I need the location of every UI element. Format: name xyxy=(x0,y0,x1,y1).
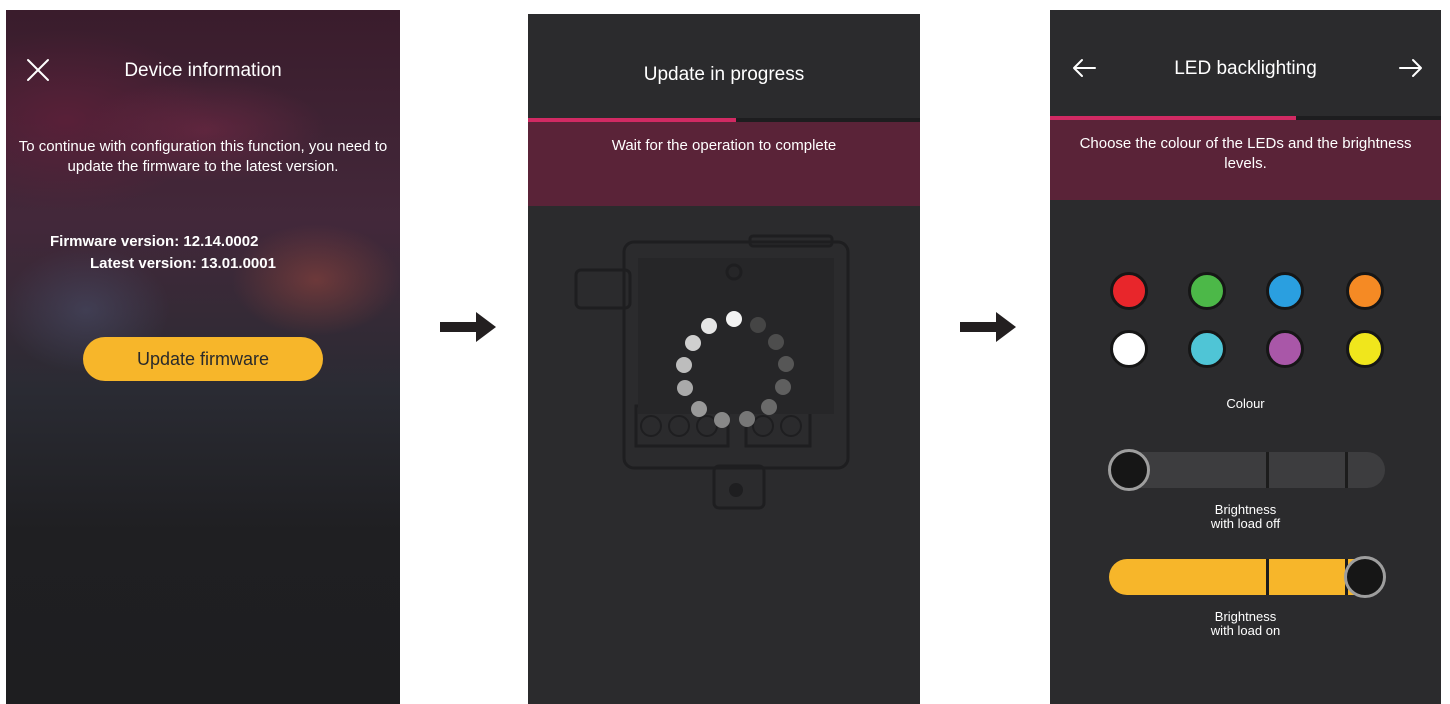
status-banner: Wait for the operation to complete xyxy=(528,122,920,206)
colour-swatch[interactable] xyxy=(1346,272,1384,310)
arrow-right-icon[interactable] xyxy=(1397,54,1425,82)
brightness-load-off-slider[interactable] xyxy=(1109,452,1385,488)
arrow-right-icon xyxy=(440,310,498,349)
brightness-load-on-label: Brightness xyxy=(1214,609,1277,624)
loading-spinner-icon xyxy=(676,311,794,428)
slider-divider xyxy=(1345,452,1348,488)
instructions-banner: Choose the colour of the LEDs and the br… xyxy=(1050,120,1441,200)
colour-swatch[interactable] xyxy=(1266,272,1304,310)
colour-swatch[interactable] xyxy=(1188,330,1226,368)
arrow-right-icon xyxy=(960,310,1018,349)
colour-swatch[interactable] xyxy=(1266,330,1304,368)
slider-divider xyxy=(1266,559,1269,595)
slider-fill xyxy=(1109,559,1365,595)
brightness-load-on-sublabel: with load on xyxy=(1210,623,1281,638)
update-required-message: To continue with configuration this func… xyxy=(18,138,388,175)
page-title: Update in progress xyxy=(643,64,805,85)
page-title: Device information xyxy=(124,60,282,81)
update-in-progress-screen: Update in progress Wait for the operatio… xyxy=(528,14,920,704)
colour-swatch[interactable] xyxy=(1110,272,1148,310)
colour-label: Colour xyxy=(1226,396,1265,411)
status-message: Wait for the operation to complete xyxy=(611,137,837,154)
led-backlighting-screen: LED backlighting Choose the colour of th… xyxy=(1050,10,1441,704)
brightness-load-off-label: Brightness xyxy=(1214,502,1277,517)
colour-swatch[interactable] xyxy=(1188,272,1226,310)
device-information-screen: Device information To continue with conf… xyxy=(6,10,400,704)
brightness-load-off-knob[interactable] xyxy=(1108,449,1150,491)
page-title: LED backlighting xyxy=(1174,58,1317,79)
update-firmware-button[interactable]: Update firmware xyxy=(83,337,323,381)
latest-version: Latest version: 13.01.0001 xyxy=(90,255,276,272)
brightness-load-off-sublabel: with load off xyxy=(1210,516,1281,531)
slider-divider xyxy=(1266,452,1269,488)
firmware-version: Firmware version: 12.14.0002 xyxy=(50,233,259,250)
colour-swatch[interactable] xyxy=(1346,330,1384,368)
brightness-load-on-knob[interactable] xyxy=(1344,556,1386,598)
instructions-text: Choose the colour of the LEDs and the br… xyxy=(1079,135,1412,172)
colour-swatch[interactable] xyxy=(1110,330,1148,368)
